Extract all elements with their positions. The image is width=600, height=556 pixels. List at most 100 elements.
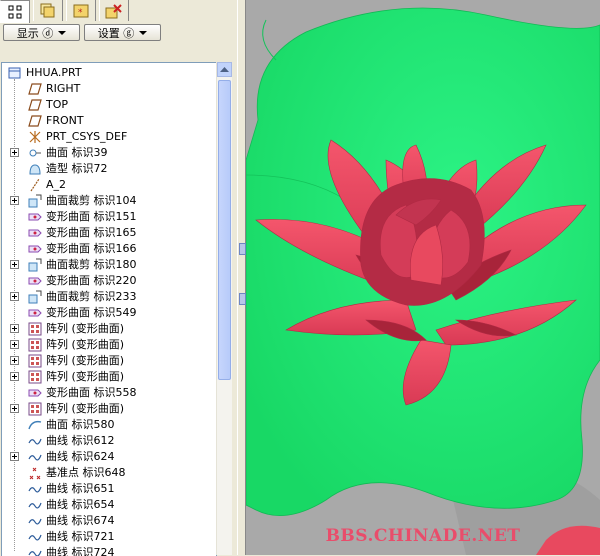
expand-plus-icon[interactable] xyxy=(10,260,19,269)
tree-item[interactable]: 阵列 (变形曲面) xyxy=(2,401,216,417)
tree-item-label: 阵列 (变形曲面) xyxy=(46,370,125,383)
expand-plus-icon[interactable] xyxy=(10,196,19,205)
tree-item[interactable]: 阵列 (变形曲面) xyxy=(2,321,216,337)
tree-item-label: 变形曲面 标识220 xyxy=(46,274,137,287)
curve-icon xyxy=(28,486,42,493)
model-tree[interactable]: HHUA.PRT RIGHT TOP FRONT PRT_CSYS_DEF 曲面 标识39… xyxy=(1,62,217,556)
collapse-left-arrow-icon[interactable] xyxy=(239,243,246,255)
tree-scrollbar[interactable] xyxy=(216,62,232,555)
tree-item[interactable]: TOP xyxy=(2,97,216,113)
tree-item[interactable]: 基准点 标识648 xyxy=(2,465,216,481)
scroll-up-button[interactable] xyxy=(217,62,232,77)
tree-item[interactable]: 阵列 (变形曲面) xyxy=(2,353,216,369)
tree-item-label: 阵列 (变形曲面) xyxy=(46,322,125,335)
tab-layers[interactable] xyxy=(33,0,63,21)
tree-item-label: 曲线 标识612 xyxy=(46,434,115,447)
tree-item[interactable]: 阵列 (变形曲面) xyxy=(2,337,216,353)
tree-item[interactable]: 曲线 标识612 xyxy=(2,433,216,449)
tree-item-label: 阵列 (变形曲面) xyxy=(46,354,125,367)
tree-item[interactable]: 变形曲面 标识165 xyxy=(2,225,216,241)
expand-plus-icon[interactable] xyxy=(10,356,19,365)
navigator-panel: * 显示 ⓓ 设置 ⓖ HHUA.PRT RIGHT TOP FRONT PRT_CSY… xyxy=(0,0,238,556)
surface-trim-icon xyxy=(28,258,42,272)
tree-item[interactable]: 曲线 标识624 xyxy=(2,449,216,465)
expand-plus-icon[interactable] xyxy=(10,324,19,333)
tree-item-label: 曲面裁剪 标识104 xyxy=(46,194,137,207)
tree-item[interactable]: 曲面裁剪 标识104 xyxy=(2,193,216,209)
tree-item[interactable]: PRT_CSYS_DEF xyxy=(2,129,216,145)
expand-plus-icon[interactable] xyxy=(10,452,19,461)
arrow-up-icon xyxy=(220,66,229,72)
revolve-surface-icon xyxy=(29,149,41,157)
favorites-icon: * xyxy=(73,4,89,18)
tree-item-label: 曲线 标识721 xyxy=(46,530,115,543)
tree-item[interactable]: 变形曲面 标识151 xyxy=(2,209,216,225)
tree-item[interactable]: 变形曲面 标识558 xyxy=(2,385,216,401)
tree-item[interactable]: 曲线 标识724 xyxy=(2,545,216,556)
tree-item-label: RIGHT xyxy=(46,82,81,95)
tree-item-icon-wrap xyxy=(28,466,42,480)
tree-root-item[interactable]: HHUA.PRT xyxy=(2,65,216,81)
tree-item[interactable]: 变形曲面 标识166 xyxy=(2,241,216,257)
tab-connections[interactable] xyxy=(99,0,129,21)
tree-item[interactable]: 曲线 标识674 xyxy=(2,513,216,529)
tree-item[interactable]: 曲面裁剪 标识233 xyxy=(2,289,216,305)
warp-surface-icon xyxy=(28,213,42,221)
tree-item[interactable]: 曲线 标识654 xyxy=(2,497,216,513)
tree-item-icon-wrap xyxy=(8,66,22,80)
tree-item-icon-wrap xyxy=(28,178,42,192)
tree-item-icon-wrap xyxy=(28,402,42,416)
tree-item-icon-wrap xyxy=(28,482,42,496)
tab-favorites[interactable]: * xyxy=(66,0,96,21)
tree-item-label: 变形曲面 标识558 xyxy=(46,386,137,399)
pattern-icon xyxy=(28,322,42,336)
tree-item[interactable]: 变形曲面 标识549 xyxy=(2,305,216,321)
tree-item-icon-wrap xyxy=(28,498,42,512)
pattern-icon xyxy=(28,402,42,416)
tab-model-tree[interactable] xyxy=(0,0,30,23)
tree-item[interactable]: 曲线 标识721 xyxy=(2,529,216,545)
tree-item[interactable]: 曲面 标识39 xyxy=(2,145,216,161)
pattern-icon xyxy=(28,354,42,368)
tree-item-icon-wrap xyxy=(28,290,42,304)
settings-menu-button[interactable]: 设置 ⓖ xyxy=(84,24,161,41)
tree-item-label: 曲面 标识39 xyxy=(46,146,108,159)
graphics-viewport[interactable]: BBS.CHINADE.NET xyxy=(246,0,600,555)
warp-surface-icon xyxy=(28,277,42,285)
chevron-down-icon xyxy=(139,30,148,35)
display-menu-button[interactable]: 显示 ⓓ xyxy=(3,24,80,41)
tree-item[interactable]: 阵列 (变形曲面) xyxy=(2,369,216,385)
tree-item-icon-wrap xyxy=(28,434,42,448)
pattern-icon xyxy=(28,338,42,352)
expand-plus-icon[interactable] xyxy=(10,372,19,381)
surface-icon xyxy=(28,420,42,430)
tree-item-icon-wrap xyxy=(28,146,42,160)
expand-plus-icon[interactable] xyxy=(10,340,19,349)
tree-item[interactable]: A_2 xyxy=(2,177,216,193)
tree-item-label: 曲线 标识624 xyxy=(46,450,115,463)
scrollbar-thumb[interactable] xyxy=(218,80,231,380)
tree-item[interactable]: 造型 标识72 xyxy=(2,161,216,177)
expand-plus-icon[interactable] xyxy=(10,404,19,413)
datum-point-icon xyxy=(29,467,41,480)
surface-trim-icon xyxy=(28,290,42,304)
tree-item[interactable]: 变形曲面 标识220 xyxy=(2,273,216,289)
curve-icon xyxy=(28,518,42,525)
tree-item[interactable]: FRONT xyxy=(2,113,216,129)
datum-plane-icon xyxy=(28,99,42,111)
tree-item[interactable]: RIGHT xyxy=(2,81,216,97)
tree-item[interactable]: 曲面裁剪 标识180 xyxy=(2,257,216,273)
tree-item[interactable]: 曲线 标识651 xyxy=(2,481,216,497)
tree-item-label: 阵列 (变形曲面) xyxy=(46,338,125,351)
tree-item-label: 基准点 标识648 xyxy=(46,466,126,479)
tree-item-icon-wrap xyxy=(28,130,42,144)
expand-plus-icon[interactable] xyxy=(10,292,19,301)
panel-splitter[interactable] xyxy=(237,0,246,555)
settings-menu-label: 设置 ⓖ xyxy=(97,26,135,40)
collapse-right-arrow-icon[interactable] xyxy=(239,293,246,305)
tree-item-label: 曲线 标识674 xyxy=(46,514,115,527)
curve-icon xyxy=(28,502,42,509)
svg-text:*: * xyxy=(78,8,83,18)
tree-item[interactable]: 曲面 标识580 xyxy=(2,417,216,433)
expand-plus-icon[interactable] xyxy=(10,148,19,157)
